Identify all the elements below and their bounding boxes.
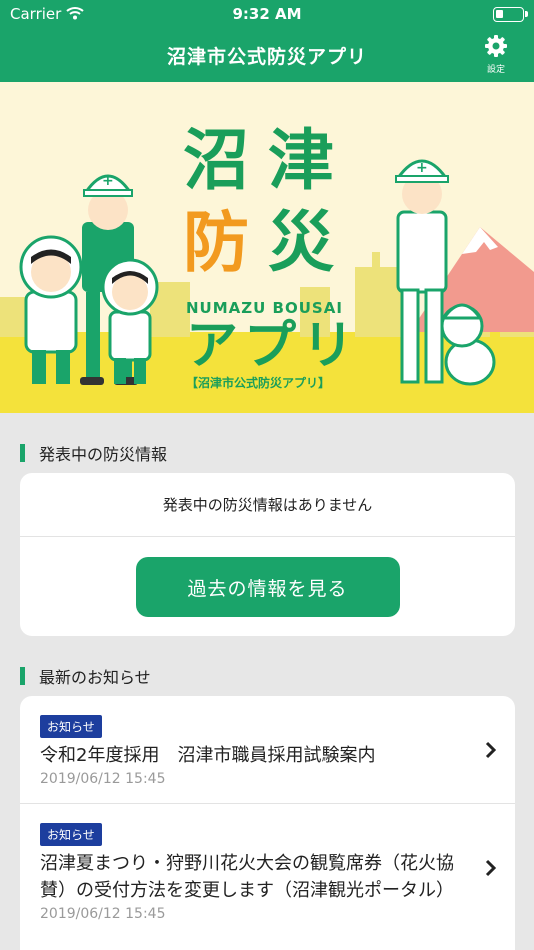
hero-banner: + + 沼 津 防 災 NUMAZU BOUSAI アプリ 【沼津市公式防災アプ… [0, 82, 534, 413]
page-title: 沼津市公式防災アプリ [166, 46, 367, 68]
news-item[interactable]: お知らせ 令和2年度採用 沼津市職員採用試験案内 2019/06/12 15:4… [20, 696, 515, 804]
news-list: お知らせ 令和2年度採用 沼津市職員採用試験案内 2019/06/12 15:4… [20, 696, 515, 950]
disaster-section-title: 発表中の防災情報 [39, 445, 168, 464]
hero-app-text: アプリ [186, 316, 361, 376]
news-title: 沼津夏まつり・狩野川花火大会の観覧席券（花火協賛）の受付方法を変更します（沼津観… [40, 853, 454, 901]
chevron-right-icon [485, 741, 497, 758]
svg-text:+: + [416, 160, 428, 176]
hero-title-char-1: 沼 [183, 122, 249, 199]
news-section-heading: 最新のお知らせ [20, 665, 151, 687]
disaster-section-heading: 発表中の防災情報 [20, 442, 167, 464]
status-bar: Carrier 9:32 AM [0, 0, 534, 28]
news-date: 2019/06/12 15:45 [40, 906, 166, 922]
section-marker [20, 444, 25, 462]
hero-subtitle: 【沼津市公式防災アプリ】 [186, 376, 331, 390]
svg-text:+: + [102, 173, 114, 189]
section-marker [20, 667, 25, 685]
status-time: 9:32 AM [232, 5, 302, 23]
view-past-info-button[interactable]: 過去の情報を見る [135, 557, 400, 617]
news-date: 2019/06/12 15:45 [40, 771, 166, 787]
news-section-title: 最新のお知らせ [39, 668, 151, 687]
disaster-info-card: 発表中の防災情報はありません 過去の情報を見る [20, 473, 515, 636]
news-category-badge: お知らせ [40, 715, 102, 738]
battery-icon [493, 7, 528, 22]
chevron-right-icon [485, 859, 497, 877]
hero-title-char-4: 災 [268, 204, 334, 281]
news-title: 令和2年度採用 沼津市職員採用試験案内 [40, 745, 376, 766]
settings-button[interactable]: 設定 [476, 34, 516, 76]
nav-bar: 沼津市公式防災アプリ 設定 [0, 28, 534, 82]
news-category-badge: お知らせ [40, 823, 102, 846]
hero-roman-title: NUMAZU BOUSAI [186, 299, 343, 317]
news-item[interactable]: お知らせ 沼津夏まつり・狩野川花火大会の観覧席券（花火協賛）の受付方法を変更しま… [20, 804, 515, 932]
hero-title-char-2: 津 [268, 122, 334, 199]
hero-title-char-3: 防 [183, 204, 249, 281]
settings-label: 設定 [486, 65, 505, 75]
no-disaster-info-message: 発表中の防災情報はありません [20, 473, 515, 537]
gear-icon [485, 35, 507, 57]
